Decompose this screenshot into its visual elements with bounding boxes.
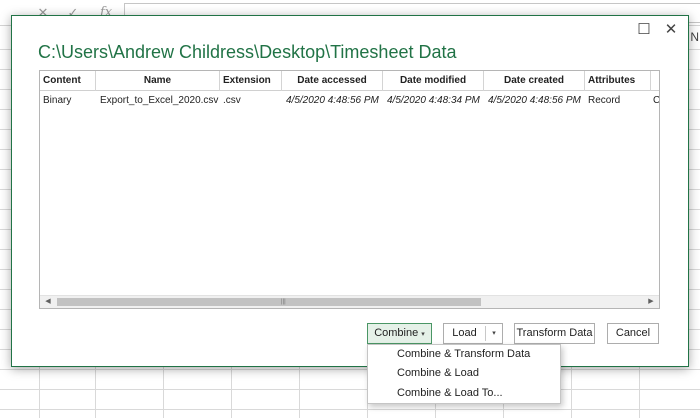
close-icon[interactable]: ✕	[660, 21, 682, 39]
grid-line	[0, 389, 700, 390]
dialog-title: C:\Users\Andrew Childress\Desktop\Timesh…	[38, 42, 457, 62]
cancel-button[interactable]: Cancel	[607, 323, 659, 344]
cell-overflow[interactable]: C	[653, 91, 659, 111]
cell-extension[interactable]: .csv	[220, 91, 282, 111]
menu-item-combine-transform[interactable]: Combine & Transform Data	[368, 345, 560, 364]
load-split-button[interactable]: Load ▾	[443, 323, 503, 344]
column-header-date-accessed[interactable]: Date accessed	[282, 71, 383, 91]
column-header-extension[interactable]: Extension	[220, 71, 282, 91]
cell-date-created[interactable]: 4/5/2020 4:48:56 PM	[484, 91, 585, 111]
grid-line	[0, 409, 700, 410]
column-header-letter[interactable]: N	[690, 30, 699, 44]
combine-menu: Combine & Transform Data Combine & Load …	[367, 344, 561, 404]
menu-item-combine-load[interactable]: Combine & Load	[368, 364, 560, 383]
column-header-name[interactable]: Name	[96, 71, 220, 91]
cell-attributes[interactable]: Record	[585, 91, 651, 111]
chevron-down-icon: ▾	[421, 331, 425, 338]
column-header-overflow[interactable]	[651, 71, 659, 91]
column-header-attributes[interactable]: Attributes	[585, 71, 651, 91]
file-table: Content Name Extension Date accessed Dat…	[39, 70, 660, 309]
cell-date-accessed[interactable]: 4/5/2020 4:48:56 PM	[282, 91, 383, 111]
horizontal-scrollbar[interactable]: ◀ ||| ▶	[40, 295, 659, 308]
load-button[interactable]: Load	[444, 324, 485, 343]
cell-date-modified[interactable]: 4/5/2020 4:48:34 PM	[383, 91, 484, 111]
cell-name[interactable]: Export_to_Excel_2020.csv	[96, 91, 220, 111]
table-header: Content Name Extension Date accessed Dat…	[40, 71, 659, 91]
scroll-right-icon[interactable]: ▶	[644, 296, 658, 308]
column-header-content[interactable]: Content	[40, 71, 96, 91]
folder-contents-dialog: ☐ ✕ C:\Users\Andrew Childress\Desktop\Ti…	[11, 15, 689, 367]
grip-icon: |||	[281, 299, 286, 305]
menu-item-combine-load-to[interactable]: Combine & Load To...	[368, 384, 560, 403]
column-header-date-modified[interactable]: Date modified	[383, 71, 484, 91]
cell-content[interactable]: Binary	[40, 91, 96, 111]
transform-data-button[interactable]: Transform Data	[514, 323, 595, 344]
combine-label: Combine	[374, 327, 419, 339]
column-header-date-created[interactable]: Date created	[484, 71, 585, 91]
combine-dropdown-button[interactable]: Combine ▾	[367, 323, 432, 344]
load-options-chevron-icon[interactable]: ▾	[486, 324, 502, 343]
scrollbar-thumb[interactable]: |||	[57, 298, 481, 306]
grid-line	[0, 369, 700, 370]
maximize-icon[interactable]: ☐	[633, 21, 655, 39]
scroll-left-icon[interactable]: ◀	[41, 296, 55, 308]
